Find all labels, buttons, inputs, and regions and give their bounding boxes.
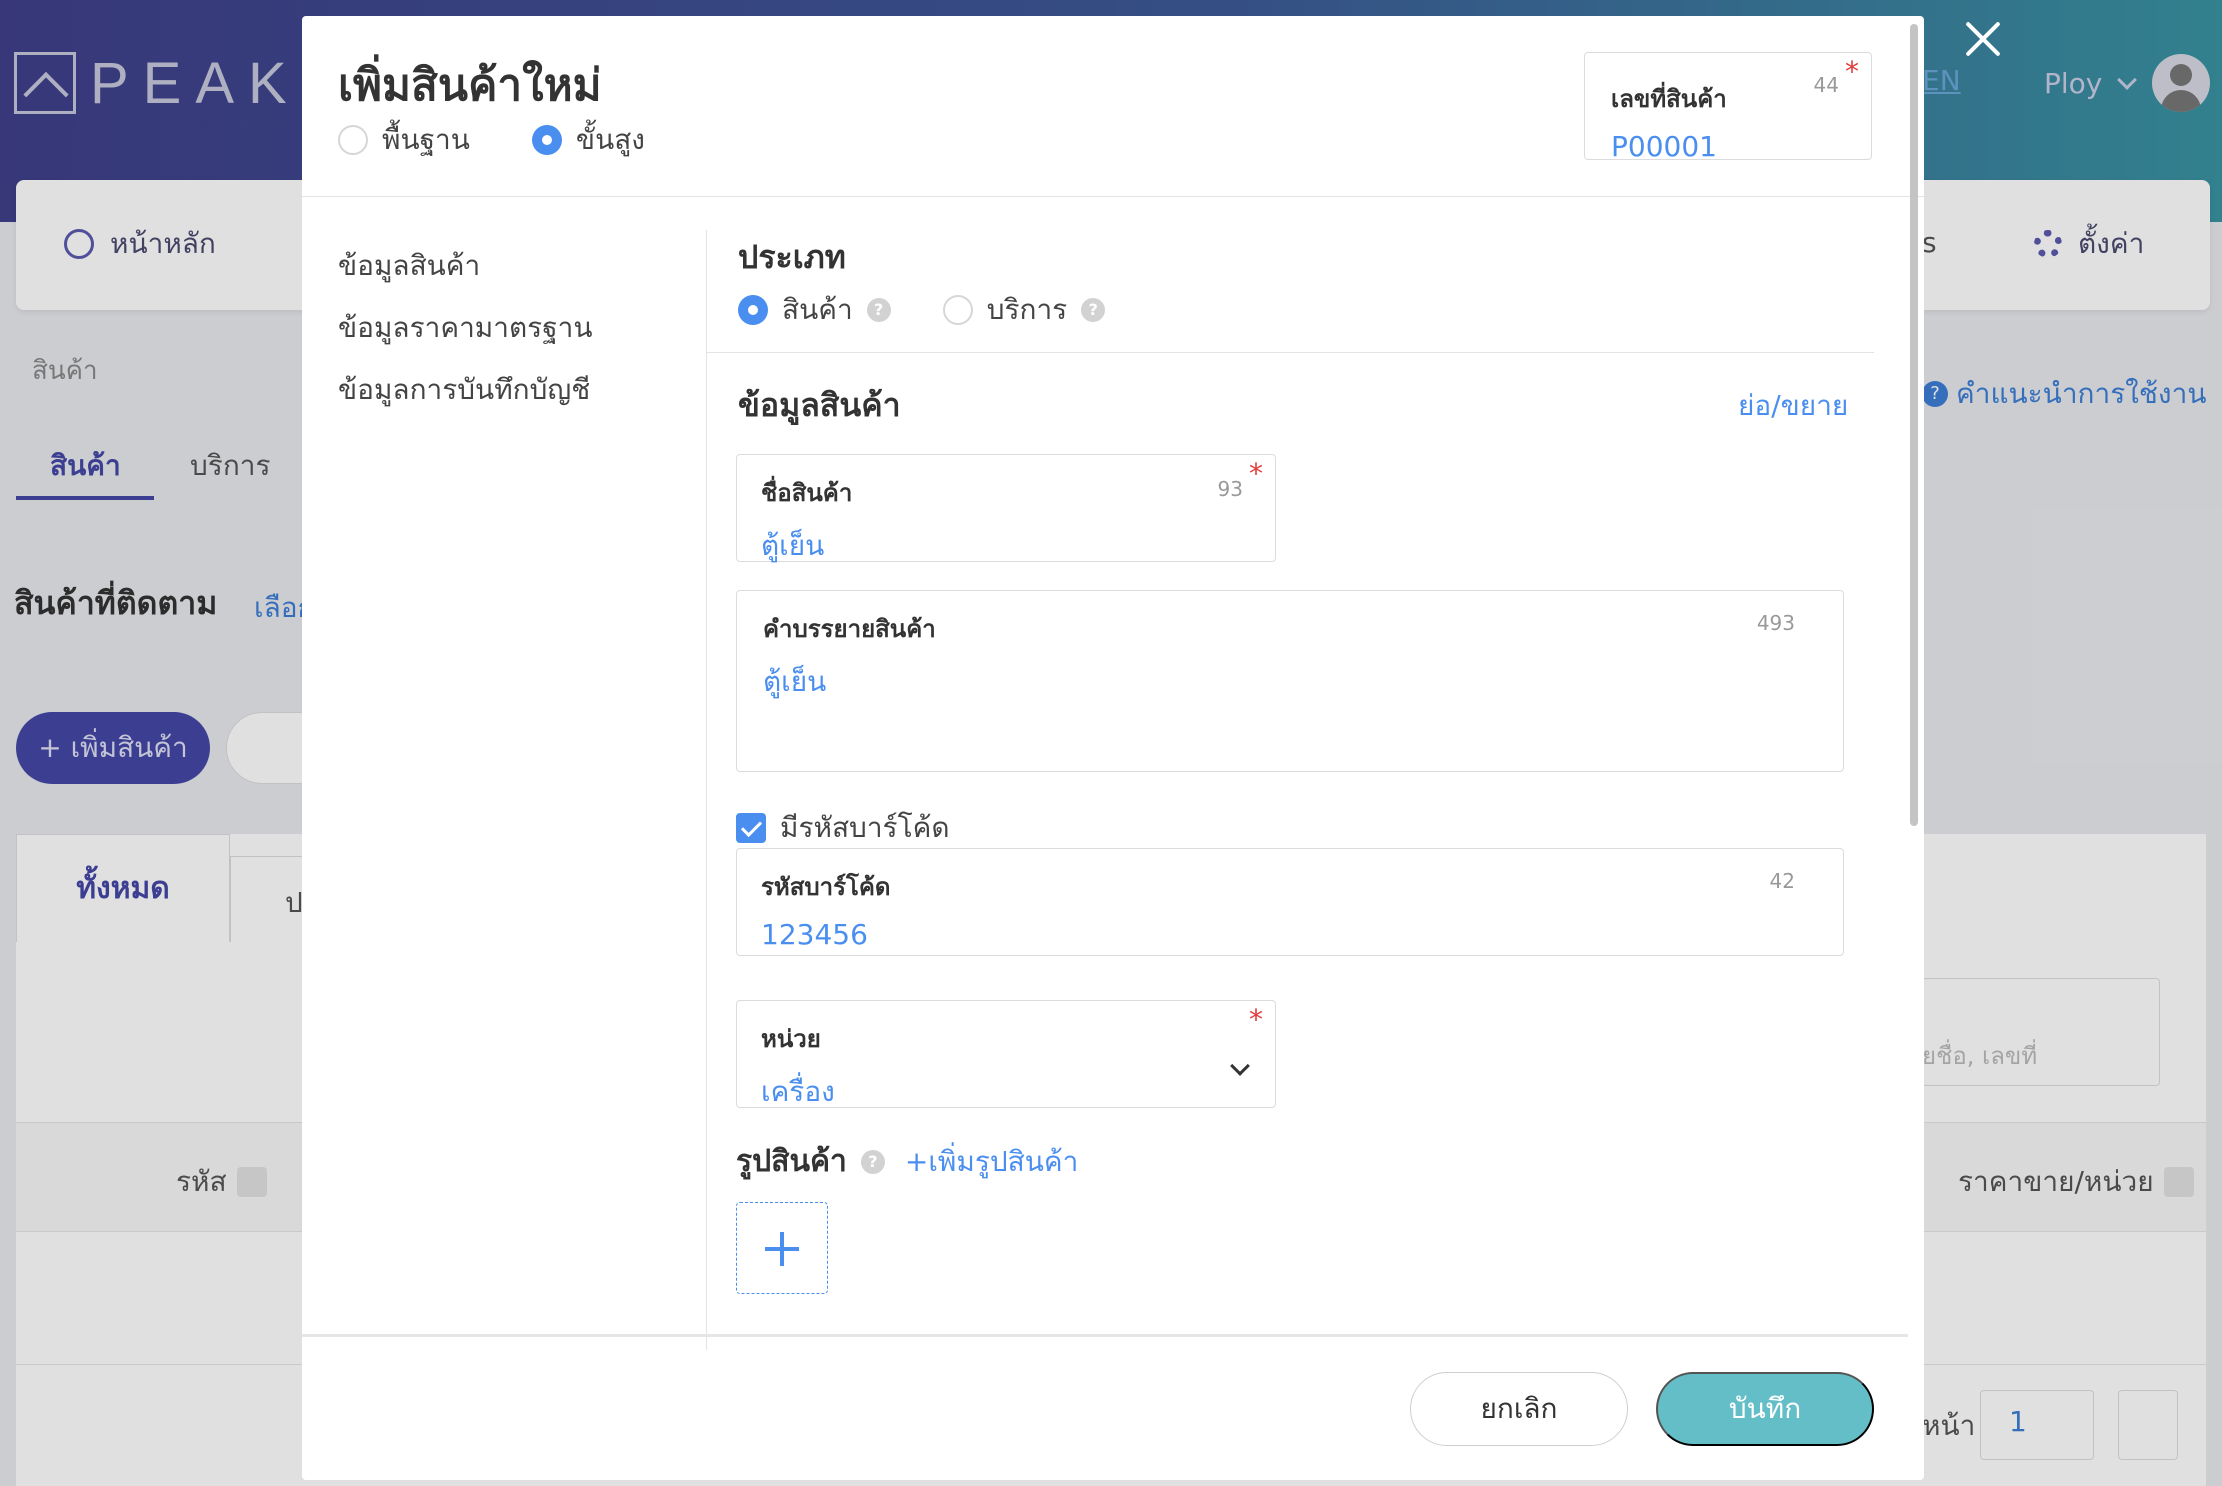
help-icon[interactable]: ? xyxy=(866,298,891,322)
section-nav: ข้อมูลสินค้า ข้อมูลราคามาตรฐาน ข้อมูลการ… xyxy=(338,244,593,430)
column-divider xyxy=(706,230,707,1350)
product-code-counter: 44 xyxy=(1813,73,1839,97)
product-code-value[interactable]: P00001 xyxy=(1611,130,1871,163)
type-service-option[interactable]: บริการ ? xyxy=(942,288,1106,332)
has-barcode-label: มีรหัสบาร์โค้ด xyxy=(780,811,950,844)
product-image-label: รูปสินค้า xyxy=(736,1144,847,1179)
unit-select[interactable]: * หน่วย เครื่อง xyxy=(736,1000,1276,1108)
add-image-button[interactable] xyxy=(736,1202,828,1294)
mode-advanced-option[interactable]: ขั้นสูง xyxy=(531,118,645,162)
product-code-field[interactable]: * 44 เลขที่สินค้า P00001 xyxy=(1584,52,1872,163)
has-barcode-checkbox-row[interactable]: มีรหัสบาร์โค้ด xyxy=(736,806,950,850)
collapse-expand-link[interactable]: ย่อ/ขยาย xyxy=(1738,384,1848,428)
close-icon[interactable] xyxy=(1960,16,2006,62)
product-name-value[interactable]: ตู้เย็น xyxy=(761,524,1275,568)
radio-advanced[interactable] xyxy=(531,125,562,155)
unit-label: หน่วย xyxy=(761,1025,821,1053)
radio-service[interactable] xyxy=(942,295,973,325)
product-image-header: รูปสินค้า ? +เพิ่มรูปสินค้า xyxy=(736,1138,1078,1185)
required-marker: * xyxy=(1845,55,1859,88)
product-name-counter: 93 xyxy=(1217,477,1243,501)
type-service-label: บริการ xyxy=(986,293,1068,326)
radio-basic[interactable] xyxy=(338,125,368,155)
help-icon[interactable]: ? xyxy=(1081,298,1106,322)
modal-scrollbar[interactable] xyxy=(1910,24,1918,826)
section-nav-accounting[interactable]: ข้อมูลการบันทึกบัญชี xyxy=(338,368,593,430)
add-image-link[interactable]: +เพิ่มรูปสินค้า xyxy=(905,1140,1078,1184)
type-section-title: ประเภท xyxy=(738,238,846,276)
product-name-label: ชื่อสินค้า xyxy=(761,479,853,507)
mode-basic-option[interactable]: พื้นฐาน xyxy=(338,118,470,162)
mode-advanced-label: ขั้นสูง xyxy=(575,123,645,156)
cancel-button[interactable]: ยกเลิก xyxy=(1410,1372,1628,1446)
header-divider xyxy=(302,196,1924,197)
footer-divider xyxy=(302,1334,1908,1337)
required-marker: * xyxy=(1249,457,1263,490)
add-product-modal: เพิ่มสินค้าใหม่ พื้นฐาน ขั้นสูง * 44 เลข… xyxy=(302,16,1924,1480)
product-name-field[interactable]: * 93 ชื่อสินค้า ตู้เย็น xyxy=(736,454,1276,562)
product-description-value[interactable]: ตู้เย็น xyxy=(763,660,1843,704)
product-description-field[interactable]: 493 คำบรรยายสินค้า ตู้เย็น xyxy=(736,590,1844,772)
type-product-option[interactable]: สินค้า ? xyxy=(738,288,891,332)
mode-basic-label: พื้นฐาน xyxy=(382,123,470,156)
section-nav-standard-price[interactable]: ข้อมูลราคามาตรฐาน xyxy=(338,306,593,368)
type-radio-group: สินค้า ? บริการ ? xyxy=(738,288,1106,332)
type-product-label: สินค้า xyxy=(782,293,853,326)
info-section-title: ข้อมูลสินค้า xyxy=(738,386,901,424)
save-button[interactable]: บันทึก xyxy=(1656,1372,1874,1446)
mode-radio-group: พื้นฐาน ขั้นสูง xyxy=(338,118,645,162)
required-marker: * xyxy=(1249,1003,1263,1036)
help-icon[interactable]: ? xyxy=(860,1149,885,1174)
product-description-label: คำบรรยายสินค้า xyxy=(763,615,936,643)
has-barcode-checkbox[interactable] xyxy=(736,813,766,843)
product-description-counter: 493 xyxy=(1756,611,1795,635)
barcode-field[interactable]: 42 รหัสบาร์โค้ด 123456 xyxy=(736,848,1844,956)
barcode-value[interactable]: 123456 xyxy=(761,918,1843,951)
barcode-label: รหัสบาร์โค้ด xyxy=(761,873,891,901)
unit-value[interactable]: เครื่อง xyxy=(761,1070,1275,1114)
radio-product[interactable] xyxy=(738,295,768,325)
barcode-counter: 42 xyxy=(1769,869,1795,893)
type-divider xyxy=(706,352,1874,353)
modal-title: เพิ่มสินค้าใหม่ xyxy=(338,60,602,111)
section-nav-product-info[interactable]: ข้อมูลสินค้า xyxy=(338,244,593,306)
